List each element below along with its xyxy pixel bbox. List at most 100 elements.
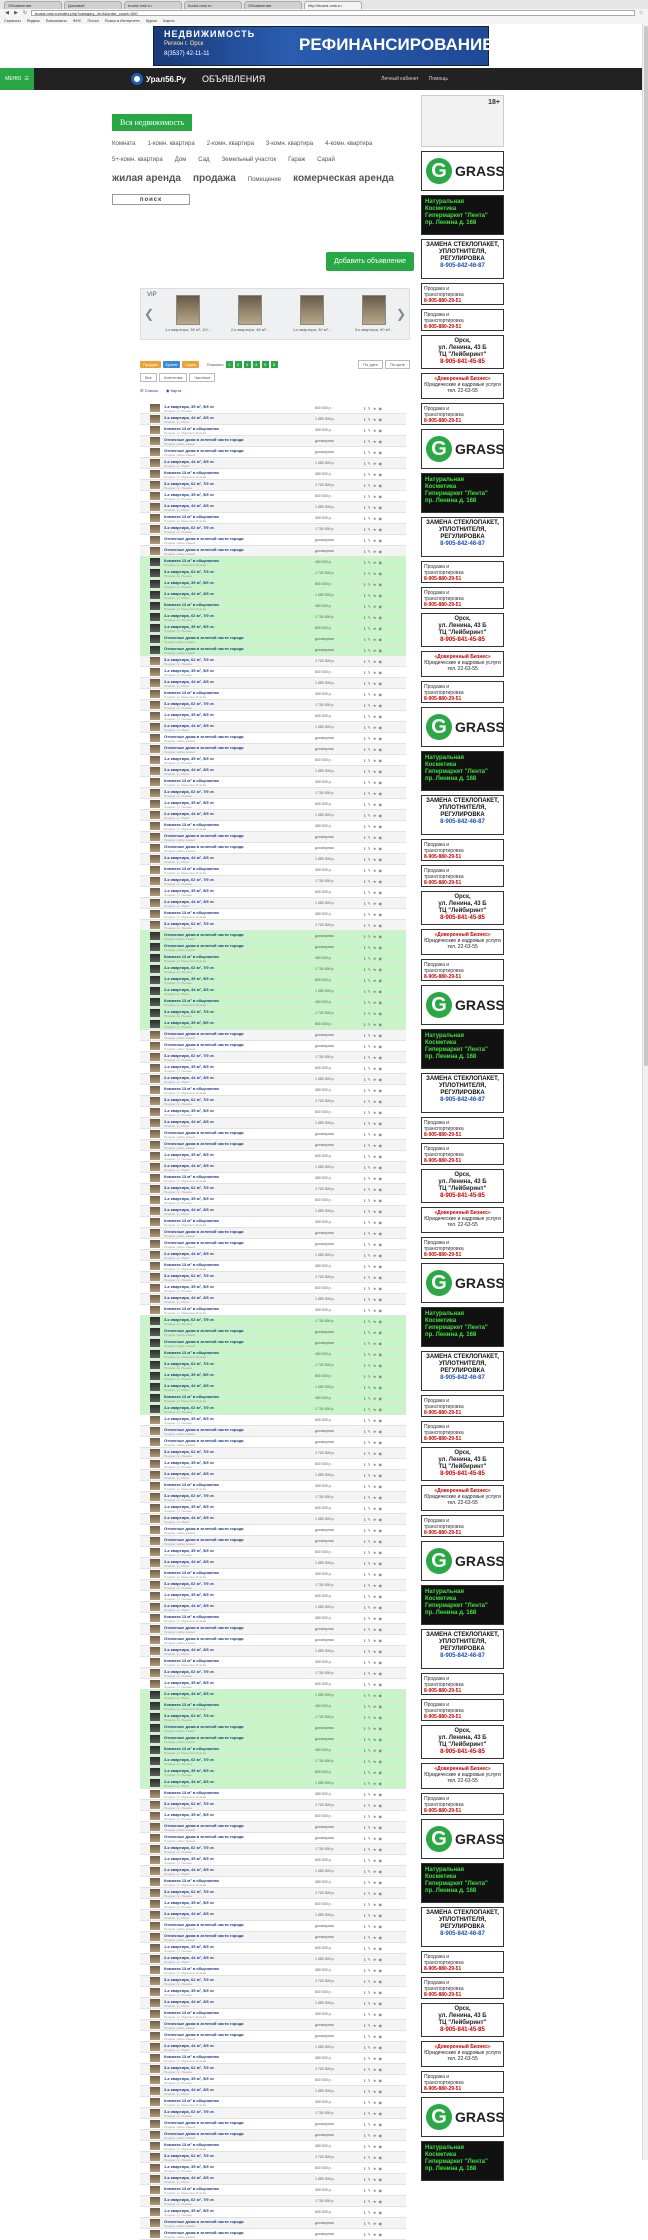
listing-photo[interactable] — [150, 1966, 160, 1974]
listing-photo[interactable] — [150, 921, 160, 929]
listing-photo[interactable] — [150, 1020, 160, 1028]
listing-photo[interactable] — [150, 2043, 160, 2051]
help-link[interactable]: Помощь — [429, 76, 448, 82]
listing-photo[interactable] — [150, 756, 160, 764]
cosmetics-ad[interactable]: Натуральная Косметика Гипермаркет "Лента" п… — [421, 751, 504, 791]
table-row[interactable]: 1-к квартира, 35 м², 5/9 эт. Продам, ул. … — [140, 1591, 406, 1602]
view-icon[interactable]: ◉ — [378, 769, 384, 774]
view-icon[interactable]: ◉ — [378, 2078, 384, 2083]
table-row[interactable]: 1-к квартира, 35 м², 5/9 эт. Продам, ул. … — [140, 1107, 406, 1118]
listing-photo[interactable] — [150, 2098, 160, 2106]
listing-photo[interactable] — [150, 1570, 160, 1578]
view-icon[interactable]: ◉ — [378, 1121, 384, 1126]
back-icon[interactable]: ◀ — [4, 10, 10, 16]
view-icon[interactable]: ◉ — [378, 2100, 384, 2105]
view-icon[interactable]: ◉ — [378, 1506, 384, 1511]
view-icon[interactable]: ◉ — [378, 1594, 384, 1599]
table-row[interactable]: Комната 13 м² в общежитии Продам, ул. Мар… — [140, 1657, 406, 1668]
view-icon[interactable]: ◉ — [378, 1748, 384, 1753]
listing-photo[interactable] — [150, 833, 160, 841]
view-icon[interactable]: ◉ — [378, 1143, 384, 1148]
windows-ad[interactable]: ЗАМЕНА СТЕКЛОПАКЕТ, УПЛОТНИТЕЛЯ, РЕГУЛИРО… — [421, 1073, 504, 1113]
table-row[interactable]: 3-к квартира, 62 м², 7/9 эт. Продам, пр. … — [140, 700, 406, 711]
listing-photo[interactable] — [150, 1130, 160, 1138]
listing-photo[interactable] — [150, 1207, 160, 1215]
table-row[interactable]: 2-к квартира, 44 м², 3/5 эт. Продам, ул. … — [140, 1998, 406, 2009]
view-icon[interactable]: ◉ — [378, 1935, 384, 1940]
table-row[interactable]: 3-к квартира, 62 м², 7/9 эт. Продам, пр. … — [140, 524, 406, 535]
category-link[interactable]: Гараж — [288, 157, 305, 163]
table-row[interactable]: 1-к квартира, 35 м², 5/9 эт. Продам, ул. … — [140, 1767, 406, 1778]
view-icon[interactable]: ◉ — [378, 1033, 384, 1038]
view-icon[interactable]: ◉ — [378, 659, 384, 664]
view-icon[interactable]: ◉ — [378, 1055, 384, 1060]
table-row[interactable]: 2-к квартира, 44 м², 3/5 эт. Продам, ул. … — [140, 854, 406, 865]
table-row[interactable]: Отличные дома в зеленой части города Прод… — [140, 1437, 406, 1448]
view-icon[interactable]: ◉ — [378, 560, 384, 565]
listing-photo[interactable] — [150, 1867, 160, 1875]
view-icon[interactable]: ◉ — [378, 802, 384, 807]
view-icon[interactable]: ◉ — [378, 439, 384, 444]
listing-photo[interactable] — [150, 1295, 160, 1303]
listing-photo[interactable] — [150, 1746, 160, 1754]
listing-photo[interactable] — [150, 514, 160, 522]
listing-photo[interactable] — [150, 1240, 160, 1248]
orsk-address-ad[interactable]: Орск, ул. Ленина, 43 Б ТЦ "Лейбиринт" 8-905… — [421, 613, 504, 647]
grass-ad[interactable]: G GRASS — [421, 429, 504, 469]
orsk-address-ad[interactable]: Орск, ул. Ленина, 43 Б ТЦ "Лейбиринт" 8-905… — [421, 1447, 504, 1481]
view-icon[interactable]: ◉ — [378, 571, 384, 576]
grass-ad[interactable]: G GRASS — [421, 1541, 504, 1581]
table-row[interactable]: 2-к квартира, 44 м², 3/5 эт. Продам, ул. … — [140, 1382, 406, 1393]
listing-photo[interactable] — [150, 701, 160, 709]
table-row[interactable]: 2-к квартира, 44 м², 3/5 эт. Продам, ул. … — [140, 678, 406, 689]
view-icon[interactable]: ◉ — [378, 890, 384, 895]
windows-ad[interactable]: ЗАМЕНА СТЕКЛОПАКЕТ, УПЛОТНИТЕЛЯ, РЕГУЛИРО… — [421, 1907, 504, 1947]
listing-photo[interactable] — [150, 1449, 160, 1457]
view-icon[interactable]: ◉ — [378, 2067, 384, 2072]
listing-photo[interactable] — [150, 2142, 160, 2150]
table-row[interactable]: Комната 13 м² в общежитии Продам, ул. Мар… — [140, 2009, 406, 2020]
table-row[interactable]: 3-к квартира, 62 м², 7/9 эт. Продам, пр. … — [140, 656, 406, 667]
category-link[interactable]: 3-комн. квартира — [266, 141, 313, 147]
table-row[interactable]: 2-к квартира, 44 м², 3/5 эт. Продам, ул. … — [140, 1646, 406, 1657]
view-icon[interactable]: ◉ — [378, 2232, 384, 2237]
listing-photo[interactable] — [150, 2219, 160, 2227]
listing-photo[interactable] — [150, 1680, 160, 1688]
table-row[interactable]: 2-к квартира, 44 м², 3/5 эт. Продам, ул. … — [140, 986, 406, 997]
listing-photo[interactable] — [150, 811, 160, 819]
view-icon[interactable]: ◉ — [378, 604, 384, 609]
view-icon[interactable]: ◉ — [378, 2155, 384, 2160]
view-icon[interactable]: ◉ — [378, 1209, 384, 1214]
table-row[interactable]: 1-к квартира, 35 м², 5/9 эт. Продам, ул. … — [140, 1943, 406, 1954]
table-row[interactable]: 1-к квартира, 35 м², 5/9 эт. Продам, ул. … — [140, 1019, 406, 1030]
table-row[interactable]: Отличные дома в зеленой части города Прод… — [140, 2020, 406, 2031]
table-row[interactable]: 1-к квартира, 35 м², 5/9 эт. Продам, ул. … — [140, 1899, 406, 1910]
listing-photo[interactable] — [150, 1834, 160, 1842]
listing-photo[interactable] — [150, 437, 160, 445]
sale-ad[interactable]: Продажа и транспортировка 8-905-880-29-51 — [421, 1951, 504, 1973]
view-icon[interactable]: ◉ — [378, 879, 384, 884]
view-icon[interactable]: ◉ — [378, 1462, 384, 1467]
browser-tab[interactable]: board.orsk.ru — [124, 1, 182, 9]
listing-photo[interactable] — [150, 1427, 160, 1435]
sale-ad[interactable]: Продажа и транспортировка 8-905-880-29-51 — [421, 309, 504, 331]
listing-photo[interactable] — [150, 2197, 160, 2205]
table-row[interactable]: 3-к квартира, 62 м², 7/9 эт. Продам, пр. … — [140, 2108, 406, 2119]
table-row[interactable]: Отличные дома в зеленой части города Прод… — [140, 535, 406, 546]
listing-photo[interactable] — [150, 1284, 160, 1292]
view-icon[interactable]: ◉ — [378, 1418, 384, 1423]
category-link[interactable]: 4-комн. квартира — [325, 141, 372, 147]
table-row[interactable]: Отличные дома в зеленой части города Прод… — [140, 744, 406, 755]
table-row[interactable]: Отличные дома в зеленой части города Прод… — [140, 1932, 406, 1943]
view-icon[interactable]: ◉ — [378, 1176, 384, 1181]
table-row[interactable]: Комната 13 м² в общежитии Продам, ул. Мар… — [140, 1261, 406, 1272]
view-icon[interactable]: ◉ — [378, 626, 384, 631]
cosmetics-ad[interactable]: Натуральная Косметика Гипермаркет "Лента" п… — [421, 1863, 504, 1903]
table-row[interactable]: 3-к квартира, 62 м², 7/9 эт. Продам, пр. … — [140, 1668, 406, 1679]
table-row[interactable]: 2-к квартира, 44 м², 3/5 эт. Продам, ул. … — [140, 1162, 406, 1173]
view-icon[interactable]: ◉ — [378, 1088, 384, 1093]
view-icon[interactable]: ◉ — [378, 1319, 384, 1324]
view-icon[interactable]: ◉ — [378, 1990, 384, 1995]
category-link[interactable]: Комната — [112, 141, 136, 147]
site-logo[interactable]: Урал56.Ру — [131, 73, 186, 85]
